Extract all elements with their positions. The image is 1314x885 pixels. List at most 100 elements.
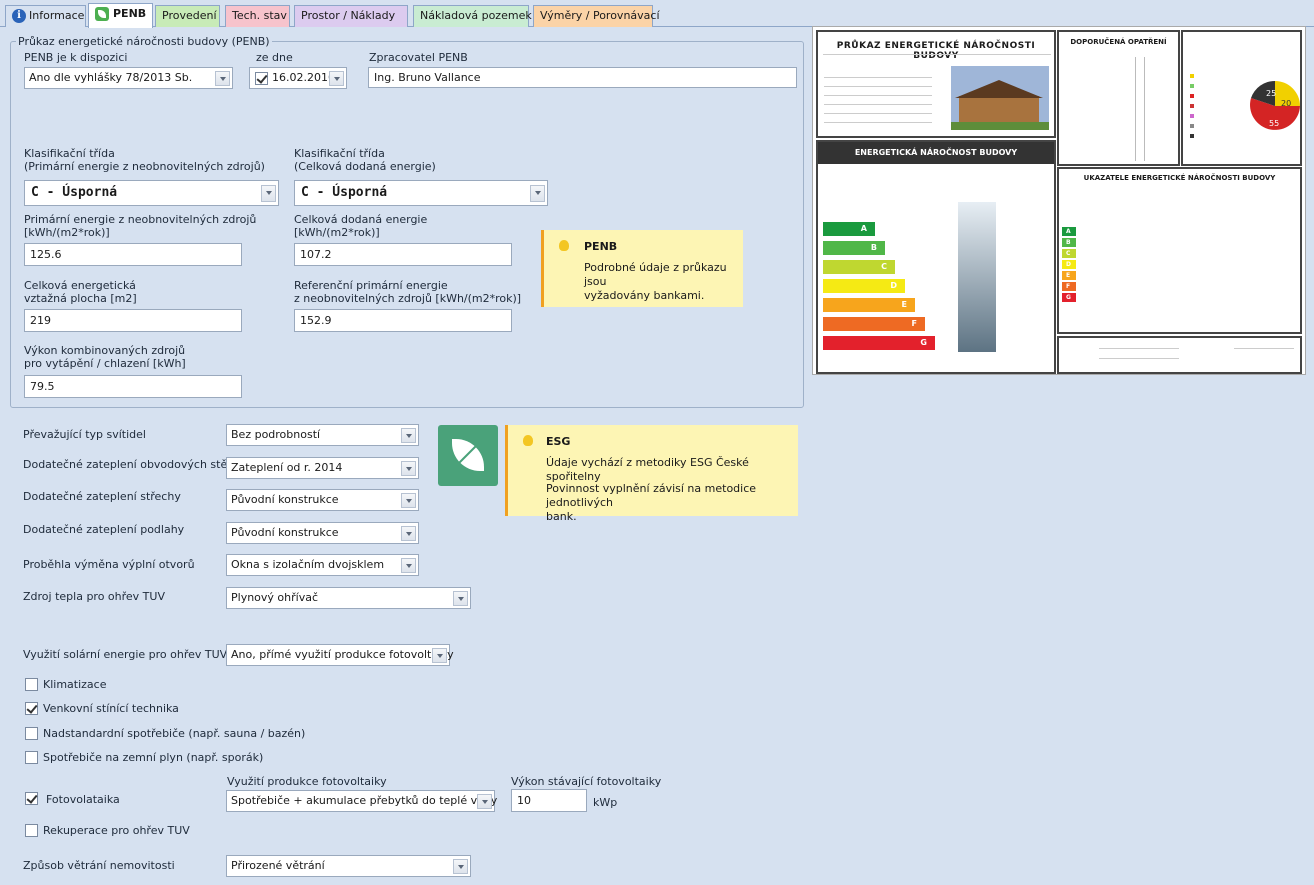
energy-class-bar-b: B bbox=[823, 241, 885, 255]
penb-available-select[interactable]: Ano dle vyhlášky 78/2013 Sb. bbox=[24, 67, 233, 89]
pv-power-input[interactable]: 10 bbox=[511, 789, 587, 812]
chevron-down-icon[interactable] bbox=[530, 185, 545, 202]
class-total-select[interactable]: C - Úsporná bbox=[294, 180, 548, 206]
pv-power-label: Výkon stávající fotovoltaiky bbox=[511, 775, 662, 788]
penb-available-label: PENB je k dispozici bbox=[24, 51, 128, 64]
tab-informace[interactable]: i Informace bbox=[5, 5, 86, 27]
date-picker[interactable]: 16.02.2016 bbox=[249, 67, 347, 89]
lightbulb-icon bbox=[559, 240, 569, 251]
gas-checkbox[interactable] bbox=[25, 751, 38, 764]
roof-label: Dodatečné zateplení střechy bbox=[23, 490, 181, 503]
area-input[interactable]: 219 bbox=[24, 309, 242, 332]
pie-label-0: 25 bbox=[1266, 89, 1276, 98]
shading-label[interactable]: Venkovní stínící technika bbox=[43, 702, 179, 715]
calendar-dropdown-icon[interactable] bbox=[329, 71, 344, 86]
pv-unit: kWp bbox=[593, 796, 618, 809]
floor-label: Dodatečné zateplení podlahy bbox=[23, 523, 185, 536]
indicator-class-bar-a: A bbox=[1062, 227, 1076, 236]
info-icon: i bbox=[12, 9, 26, 23]
recup-checkbox[interactable] bbox=[25, 824, 38, 837]
chevron-down-icon[interactable] bbox=[453, 591, 468, 606]
esg-logo bbox=[438, 425, 498, 486]
power-label: Výkon kombinovaných zdrojů pro vytápění /… bbox=[24, 344, 186, 370]
penb-certificate-image: PRŮKAZ ENERGETICKÉ NÁROČNOSTI BUDOVY DOP… bbox=[812, 26, 1306, 375]
primary-energy-label: Primární energie z neobnovitelných zdroj… bbox=[24, 213, 257, 239]
tab-provedeni[interactable]: Provedení bbox=[155, 5, 220, 27]
chevron-down-icon[interactable] bbox=[401, 526, 416, 541]
pie-chart: 25 20 55 bbox=[1190, 74, 1300, 138]
roof-select[interactable]: Původní konstrukce bbox=[226, 489, 419, 511]
chevron-down-icon[interactable] bbox=[401, 493, 416, 508]
indicator-class-bar-f: F bbox=[1062, 282, 1076, 291]
chevron-down-icon[interactable] bbox=[215, 71, 230, 86]
date-label: ze dne bbox=[256, 51, 293, 64]
lighting-label: Převažující typ svítidel bbox=[23, 428, 146, 441]
solar-select[interactable]: Ano, přímé využití produkce fotovoltaiky bbox=[226, 644, 454, 666]
walls-label: Dodatečné zateplení obvodových stěn bbox=[23, 458, 235, 471]
house-photo bbox=[951, 66, 1049, 130]
chevron-down-icon[interactable] bbox=[477, 794, 492, 809]
shading-checkbox[interactable] bbox=[25, 702, 38, 715]
date-checkbox[interactable] bbox=[255, 72, 268, 85]
windows-label: Proběhla výměna výplní otvorů bbox=[23, 558, 195, 571]
pv-use-select[interactable]: Spotřebiče + akumulace přebytků do teplé… bbox=[226, 790, 497, 812]
energy-class-bar-a: A bbox=[823, 222, 875, 236]
vent-select[interactable]: Přirozené větrání bbox=[226, 855, 471, 877]
tab-vymery-porovnavaci[interactable]: Výměry / Porovnávací bbox=[533, 5, 660, 27]
tab-penb[interactable]: PENB bbox=[88, 3, 153, 28]
pie-label-1: 20 bbox=[1281, 99, 1291, 108]
chevron-down-icon[interactable] bbox=[401, 428, 416, 443]
chevron-down-icon[interactable] bbox=[261, 185, 276, 202]
class-primary-label: Klasifikační třída (Primární energie z ne… bbox=[24, 147, 265, 173]
primary-energy-input[interactable]: 125.6 bbox=[24, 243, 242, 266]
floor-select[interactable]: Původní konstrukce bbox=[226, 522, 419, 544]
area-label: Celková energetická vztažná plocha [m2] bbox=[24, 279, 137, 305]
tab-tech-stav[interactable]: Tech. stav bbox=[225, 5, 290, 27]
total-energy-label: Celková dodaná energie [kWh/(m2*rok)] bbox=[294, 213, 428, 239]
chevron-down-icon[interactable] bbox=[432, 648, 447, 663]
ref-energy-label: Referenční primární energie z neobnovitel… bbox=[294, 279, 522, 305]
penb-group-title: Průkaz energetické náročnosti budovy (PE… bbox=[16, 35, 272, 48]
vent-label: Způsob větrání nemovitosti bbox=[23, 859, 175, 872]
indicator-class-bar-e: E bbox=[1062, 271, 1076, 280]
pv-label[interactable]: Fotovolataika bbox=[46, 793, 120, 806]
ac-checkbox[interactable] bbox=[25, 678, 38, 691]
energy-class-bar-f: F bbox=[823, 317, 925, 331]
tab-nakladova-pozemek[interactable]: Nákladová pozemek bbox=[413, 5, 532, 27]
ref-energy-input[interactable]: 152.9 bbox=[294, 309, 512, 332]
gas-label[interactable]: Spotřebiče na zemní plyn (např. sporák) bbox=[43, 751, 263, 764]
appliances-label[interactable]: Nadstandardní spotřebiče (např. sauna / … bbox=[43, 727, 305, 740]
processor-input[interactable]: Ing. Bruno Vallance bbox=[368, 67, 797, 88]
esg-info-box: ESG Údaje vychází z metodiky ESG České s… bbox=[505, 425, 798, 523]
tab-prostor-naklady[interactable]: Prostor / Náklady bbox=[294, 5, 408, 27]
class-total-label: Klasifikační třída (Celková dodaná energi… bbox=[294, 147, 436, 173]
tuv-select[interactable]: Plynový ohřívač bbox=[226, 587, 471, 609]
energy-class-bar-e: E bbox=[823, 298, 915, 312]
energy-class-bar-d: D bbox=[823, 279, 905, 293]
energy-class-bar-g: G bbox=[823, 336, 935, 350]
processor-label: Zpracovatel PENB bbox=[369, 51, 468, 64]
ac-label[interactable]: Klimatizace bbox=[43, 678, 106, 691]
total-energy-input[interactable]: 107.2 bbox=[294, 243, 512, 266]
chevron-down-icon[interactable] bbox=[453, 859, 468, 874]
tuv-label: Zdroj tepla pro ohřev TUV bbox=[23, 590, 165, 603]
pv-checkbox[interactable] bbox=[25, 792, 38, 805]
lighting-select[interactable]: Bez podrobností bbox=[226, 424, 419, 446]
lightbulb-icon bbox=[523, 435, 533, 446]
class-primary-select[interactable]: C - Úsporná bbox=[24, 180, 279, 206]
chevron-down-icon[interactable] bbox=[401, 461, 416, 476]
power-input[interactable]: 79.5 bbox=[24, 375, 242, 398]
penb-info-box: PENB Podrobné údaje z průkazu jsou vyžado… bbox=[541, 230, 743, 307]
leaf-icon bbox=[95, 7, 109, 21]
pv-use-label: Využití produkce fotovoltaiky bbox=[227, 775, 387, 788]
windows-select[interactable]: Okna s izolačním dvojsklem bbox=[226, 554, 419, 576]
chevron-down-icon[interactable] bbox=[401, 558, 416, 573]
indicator-class-bar-g: G bbox=[1062, 293, 1076, 302]
indicator-class-bar-b: B bbox=[1062, 238, 1076, 247]
indicator-class-bar-c: C bbox=[1062, 249, 1076, 258]
appliances-checkbox[interactable] bbox=[25, 727, 38, 740]
energy-class-bar-c: C bbox=[823, 260, 895, 274]
recup-label[interactable]: Rekuperace pro ohřev TUV bbox=[43, 824, 190, 837]
indicator-class-bar-d: D bbox=[1062, 260, 1076, 269]
walls-select[interactable]: Zateplení od r. 2014 bbox=[226, 457, 419, 479]
